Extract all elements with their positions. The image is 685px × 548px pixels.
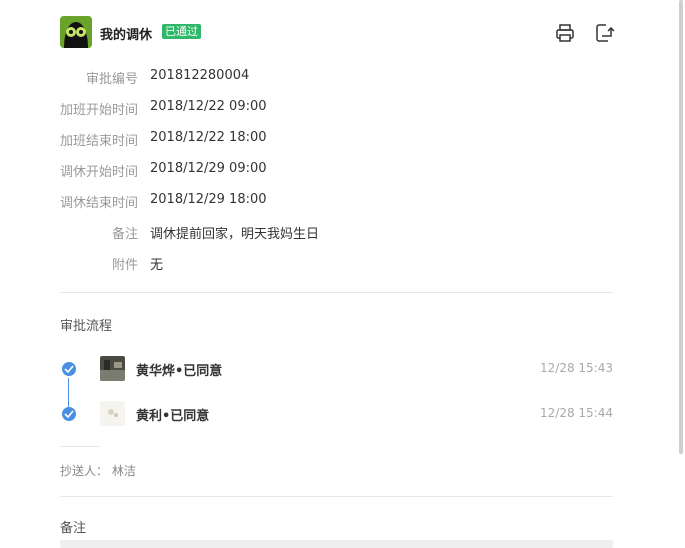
details-list: 审批编号 201812280004 加班开始时间 2018/12/22 09:0… <box>60 66 613 283</box>
detail-label: 加班开始时间 <box>60 103 139 118</box>
cc-recipients: 抄送人： 林洁 <box>60 464 136 478</box>
page-title: 我的调休 <box>100 28 153 43</box>
approver-name: 黄华烨•已同意 <box>136 364 223 379</box>
remarks-title: 备注 <box>60 521 87 536</box>
check-icon <box>62 362 76 376</box>
approver-avatar <box>100 401 125 426</box>
approval-flow-title: 审批流程 <box>60 319 113 334</box>
vertical-scrollbar[interactable] <box>679 0 683 454</box>
detail-label: 备注 <box>111 227 138 242</box>
status-badge: 已通过 <box>162 24 201 39</box>
user-avatar <box>60 16 92 48</box>
header: 我的调休 已通过 <box>60 16 615 48</box>
flow-step: 黄利•已同意 12/28 15:44 <box>60 400 613 428</box>
remarks-input[interactable] <box>60 540 613 548</box>
detail-value: 2018/12/22 09:00 <box>150 99 267 114</box>
detail-row: 附件 无 <box>60 252 613 283</box>
approval-detail-panel: 我的调休 已通过 审批编号 201812280004 加班开始时间 2018/1… <box>60 0 615 548</box>
detail-label: 调休结束时间 <box>60 196 139 211</box>
detail-value: 2018/12/22 18:00 <box>150 130 267 145</box>
detail-label: 调休开始时间 <box>60 165 139 180</box>
detail-label: 审批编号 <box>85 72 138 87</box>
detail-label: 附件 <box>111 258 138 273</box>
approver-avatar <box>100 356 125 381</box>
export-icon[interactable] <box>593 22 615 44</box>
divider-short <box>60 446 100 447</box>
printer-icon[interactable] <box>554 22 576 44</box>
detail-row: 加班开始时间 2018/12/22 09:00 <box>60 97 613 128</box>
flow-step: 黄华烨•已同意 12/28 15:43 <box>60 355 613 383</box>
check-icon <box>62 407 76 421</box>
approval-time: 12/28 15:44 <box>540 406 613 420</box>
detail-row: 备注 调休提前回家，明天我妈生日 <box>60 221 613 252</box>
detail-value: 2018/12/29 09:00 <box>150 161 267 176</box>
detail-value: 201812280004 <box>150 68 250 83</box>
detail-label: 加班结束时间 <box>60 134 139 149</box>
detail-row: 审批编号 201812280004 <box>60 66 613 97</box>
detail-value: 调休提前回家，明天我妈生日 <box>150 227 320 242</box>
detail-value: 无 <box>150 258 164 273</box>
divider <box>60 292 613 293</box>
approval-time: 12/28 15:43 <box>540 361 613 375</box>
detail-row: 调休结束时间 2018/12/29 18:00 <box>60 190 613 221</box>
divider <box>60 496 613 497</box>
detail-row: 加班结束时间 2018/12/22 18:00 <box>60 128 613 159</box>
detail-value: 2018/12/29 18:00 <box>150 192 267 207</box>
approver-name: 黄利•已同意 <box>136 409 210 424</box>
detail-row: 调休开始时间 2018/12/29 09:00 <box>60 159 613 190</box>
